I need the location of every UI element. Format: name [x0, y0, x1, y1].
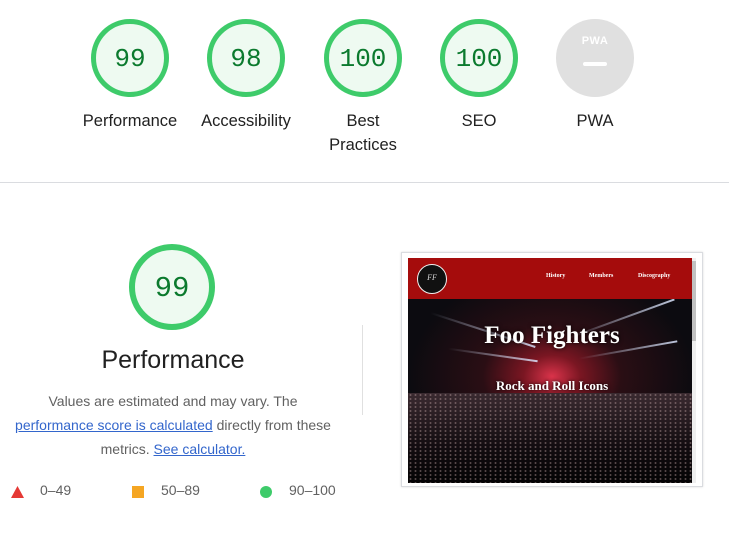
- best-practices-score: 100: [339, 44, 387, 74]
- performance-label: Performance: [82, 112, 178, 130]
- square-icon: [132, 486, 144, 498]
- screenshot-image: FF History Members Discography Foo Fight…: [408, 258, 696, 483]
- legend-fail: 0–49: [11, 482, 71, 498]
- site-nav-history: History: [546, 273, 566, 279]
- seo-gauge[interactable]: 100: [440, 19, 518, 97]
- seo-score: 100: [455, 44, 503, 74]
- site-nav-members: Members: [589, 273, 614, 279]
- site-title: Foo Fighters: [484, 322, 620, 349]
- performance-description: Values are estimated and may vary. The p…: [5, 389, 341, 461]
- legend-pass: 90–100: [260, 482, 336, 498]
- best-practices-gauge[interactable]: 100: [324, 19, 402, 97]
- category-accessibility[interactable]: 98 Accessibility: [186, 19, 306, 133]
- performance-score-link[interactable]: performance score is calculated: [15, 417, 213, 433]
- screenshot-scrollbar: [692, 258, 696, 483]
- vertical-separator: [362, 325, 363, 415]
- pwa-badge-icon: PWA: [581, 35, 609, 47]
- category-performance[interactable]: 99 Performance: [70, 19, 190, 133]
- site-subtitle: Rock and Roll Icons: [495, 378, 609, 393]
- legend-average: 50–89: [132, 482, 200, 498]
- triangle-icon: [11, 486, 24, 498]
- performance-main-score: 99: [154, 272, 190, 305]
- accessibility-score: 98: [230, 44, 262, 74]
- category-seo[interactable]: 100 SEO: [419, 19, 539, 133]
- site-logo-icon: FF: [417, 264, 447, 294]
- accessibility-gauge[interactable]: 98: [207, 19, 285, 97]
- final-screenshot[interactable]: FF History Members Discography Foo Fight…: [401, 252, 703, 487]
- circle-icon: [260, 486, 272, 498]
- pwa-dash-icon: [583, 62, 607, 66]
- pwa-label: PWA: [576, 112, 614, 130]
- legend-average-range: 50–89: [161, 482, 200, 498]
- performance-title: Performance: [101, 346, 245, 374]
- desc-text-1: Values are estimated and may vary. The: [48, 393, 298, 409]
- legend-fail-range: 0–49: [40, 482, 72, 498]
- site-logo-text: FF: [427, 273, 437, 282]
- performance-score: 99: [114, 44, 146, 74]
- category-best-practices[interactable]: 100 Best Practices: [303, 19, 423, 157]
- site-nav-bar: FF History Members Discography: [408, 258, 696, 299]
- accessibility-label: Accessibility: [201, 112, 291, 130]
- performance-gauge[interactable]: 99: [91, 19, 169, 97]
- performance-main-gauge: 99: [129, 244, 215, 330]
- pwa-gauge[interactable]: PWA: [556, 19, 634, 97]
- best-practices-label-line1: Best: [346, 112, 380, 130]
- seo-label: SEO: [461, 112, 497, 130]
- best-practices-label: Best Practices: [303, 109, 423, 157]
- site-nav-discography: Discography: [638, 273, 671, 279]
- see-calculator-link[interactable]: See calculator.: [154, 441, 246, 457]
- section-divider: [0, 182, 729, 183]
- legend-pass-range: 90–100: [289, 482, 336, 498]
- best-practices-label-line2: Practices: [329, 136, 397, 154]
- category-pwa[interactable]: PWA PWA: [535, 19, 655, 133]
